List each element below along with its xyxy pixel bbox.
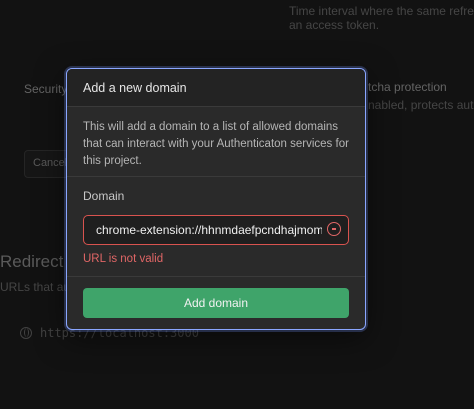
domain-field-block: Domain URL is not valid xyxy=(67,177,365,277)
modal-footer: Add domain xyxy=(67,277,365,318)
domain-error-message: URL is not valid xyxy=(83,253,164,265)
domain-input[interactable] xyxy=(84,216,348,244)
error-icon xyxy=(327,222,341,236)
domain-input-wrapper xyxy=(83,215,349,245)
modal-header: Add a new domain xyxy=(67,69,365,107)
add-domain-modal: Add a new domain This will add a domain … xyxy=(66,68,366,330)
modal-description: This will add a domain to a list of allo… xyxy=(67,107,365,177)
domain-field-label: Domain xyxy=(83,189,125,203)
modal-title: Add a new domain xyxy=(83,81,187,95)
add-domain-button[interactable]: Add domain xyxy=(83,288,349,318)
